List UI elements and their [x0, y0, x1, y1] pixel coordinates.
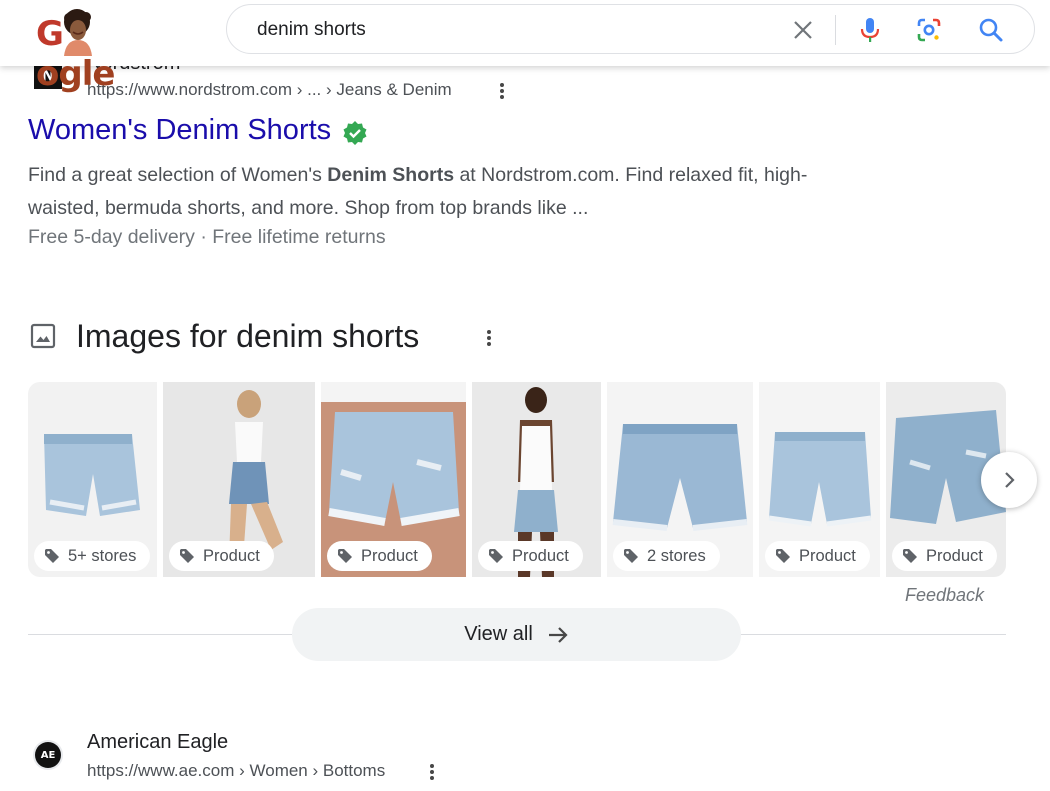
result-site-name[interactable]: American Eagle [87, 731, 228, 754]
verified-badge-icon [343, 121, 367, 145]
logo-wordmark: Gogle [36, 14, 115, 94]
view-all-button[interactable]: View all [292, 608, 741, 661]
thumbnail-tag-chip: Product [478, 541, 583, 571]
carousel-next-button[interactable] [981, 452, 1037, 508]
google-doodle-logo[interactable]: Gogle [36, 8, 156, 94]
feedback-link[interactable]: Feedback [905, 585, 984, 606]
tag-icon [903, 549, 917, 563]
image-thumbnail-1[interactable]: 5+ stores [28, 382, 157, 577]
tag-icon [776, 549, 790, 563]
thumbnail-tag-chip: Product [327, 541, 432, 571]
search-input[interactable]: denim shorts [257, 19, 366, 41]
result-snippet: Find a great selection of Women's Denim … [28, 164, 808, 219]
search-box[interactable]: denim shorts [226, 4, 1035, 54]
clear-icon[interactable] [788, 15, 818, 45]
american-eagle-favicon: AE [33, 740, 63, 770]
image-thumbnail-2[interactable]: Product [163, 382, 315, 577]
images-options-icon[interactable] [481, 327, 497, 349]
search-divider [835, 15, 836, 45]
divider-right [741, 634, 1006, 635]
result-title-link[interactable]: Women's Denim Shorts [28, 114, 331, 147]
images-section-heading: Images for denim shorts [76, 318, 420, 354]
thumbnail-tag-chip: Product [765, 541, 870, 571]
divider-left [28, 634, 292, 635]
tag-icon [338, 549, 352, 563]
search-header: Gogle denim shorts [0, 0, 1050, 94]
image-thumbnail-4[interactable]: Product [472, 382, 601, 577]
result-options-icon[interactable] [494, 80, 510, 102]
google-lens-icon[interactable] [914, 15, 944, 45]
image-carousel: 5+ stores Product Product Product 2 stor… [28, 382, 1006, 577]
image-thumbnail-3[interactable]: Product [321, 382, 466, 577]
thumbnail-tag-chip: Product [892, 541, 997, 571]
thumbnail-tag-chip: 2 stores [613, 541, 720, 571]
search-icon[interactable] [976, 15, 1006, 45]
result-delivery-info: Free 5-day delivery · Free lifetime retu… [28, 226, 386, 248]
microphone-icon[interactable] [855, 15, 885, 45]
result-url[interactable]: https://www.ae.com › Women › Bottoms [87, 761, 385, 781]
tag-icon [180, 549, 194, 563]
image-thumbnail-6[interactable]: Product [759, 382, 880, 577]
image-thumbnail-5[interactable]: 2 stores [607, 382, 753, 577]
thumbnail-tag-chip: 5+ stores [34, 541, 151, 571]
tag-icon [45, 549, 59, 563]
arrow-right-icon [548, 626, 568, 643]
image-icon [30, 323, 56, 349]
tag-icon [489, 549, 503, 563]
chevron-right-icon [1005, 472, 1015, 488]
result-options-icon[interactable] [424, 761, 440, 783]
thumbnail-tag-chip: Product [169, 541, 274, 571]
tag-icon [624, 549, 638, 563]
doodle-portrait-icon [64, 9, 92, 56]
